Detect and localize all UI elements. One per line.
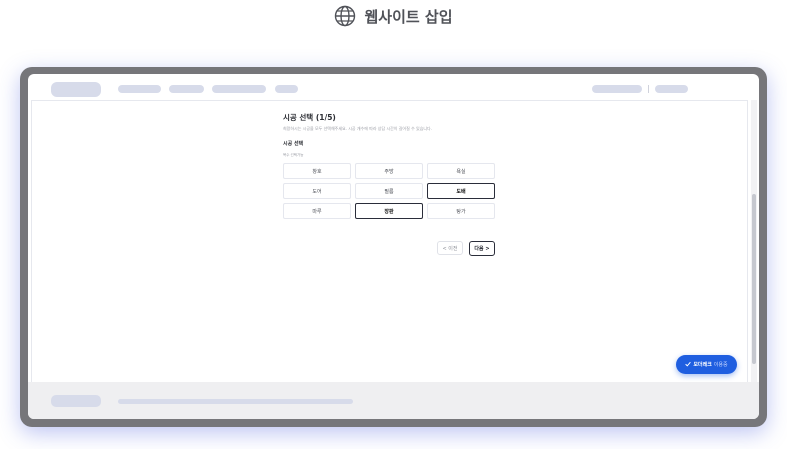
nav-item-placeholder[interactable] <box>212 85 266 93</box>
logo-placeholder <box>51 82 101 97</box>
page-subtitle: 희망하시는 시공을 모두 선택해주세요. 시공 개수에 따라 상담 시간이 길어… <box>283 126 433 131</box>
page-title: 시공 선택 (1/5) <box>283 113 336 122</box>
account-link-placeholder[interactable] <box>592 85 642 93</box>
nav-item-placeholder[interactable] <box>275 85 298 93</box>
option-button[interactable]: 장판 <box>355 203 423 219</box>
nav-item-placeholder[interactable] <box>118 85 161 93</box>
badge-brand-text: 모더레크 <box>693 362 712 368</box>
embedded-website: 시공 선택 (1/5) 희망하시는 시공을 모두 선택해주세요. 시공 개수에 … <box>28 74 759 419</box>
scrollbar-thumb[interactable] <box>752 194 756 364</box>
option-button[interactable]: 도배 <box>427 183 495 199</box>
embed-caption: 웹사이트 삽입 <box>0 4 787 28</box>
prev-button[interactable]: < 이전 <box>437 241 463 255</box>
nav-divider <box>648 85 649 93</box>
globe-icon <box>334 5 356 27</box>
main-content: 시공 선택 (1/5) 희망하시는 시공을 모두 선택해주세요. 시공 개수에 … <box>31 100 748 384</box>
footer-logo-placeholder <box>51 395 101 407</box>
next-button[interactable]: 다음 > <box>469 241 495 256</box>
option-button[interactable]: 욕실 <box>427 163 495 179</box>
option-button[interactable]: 마루 <box>283 203 351 219</box>
option-button[interactable]: 주방 <box>355 163 423 179</box>
floating-badge-button[interactable]: 모더레크 이용중 <box>676 355 737 374</box>
site-header <box>28 74 759 100</box>
option-button[interactable]: 탕가 <box>427 203 495 219</box>
option-button[interactable]: 창호 <box>283 163 351 179</box>
option-button[interactable]: 도어 <box>283 183 351 199</box>
footer-text-placeholder <box>118 399 353 404</box>
account-link-placeholder[interactable] <box>655 85 688 93</box>
caption-text: 웹사이트 삽입 <box>364 7 453 26</box>
option-button[interactable]: 필름 <box>355 183 423 199</box>
badge-status-text: 이용중 <box>713 362 728 368</box>
check-icon <box>685 361 692 369</box>
device-frame: 시공 선택 (1/5) 희망하시는 시공을 모두 선택해주세요. 시공 개수에 … <box>20 67 767 427</box>
section-hint: 복수 선택가능 <box>283 153 304 157</box>
site-footer <box>28 382 759 419</box>
section-label: 시공 선택 <box>283 141 304 147</box>
nav-item-placeholder[interactable] <box>169 85 204 93</box>
